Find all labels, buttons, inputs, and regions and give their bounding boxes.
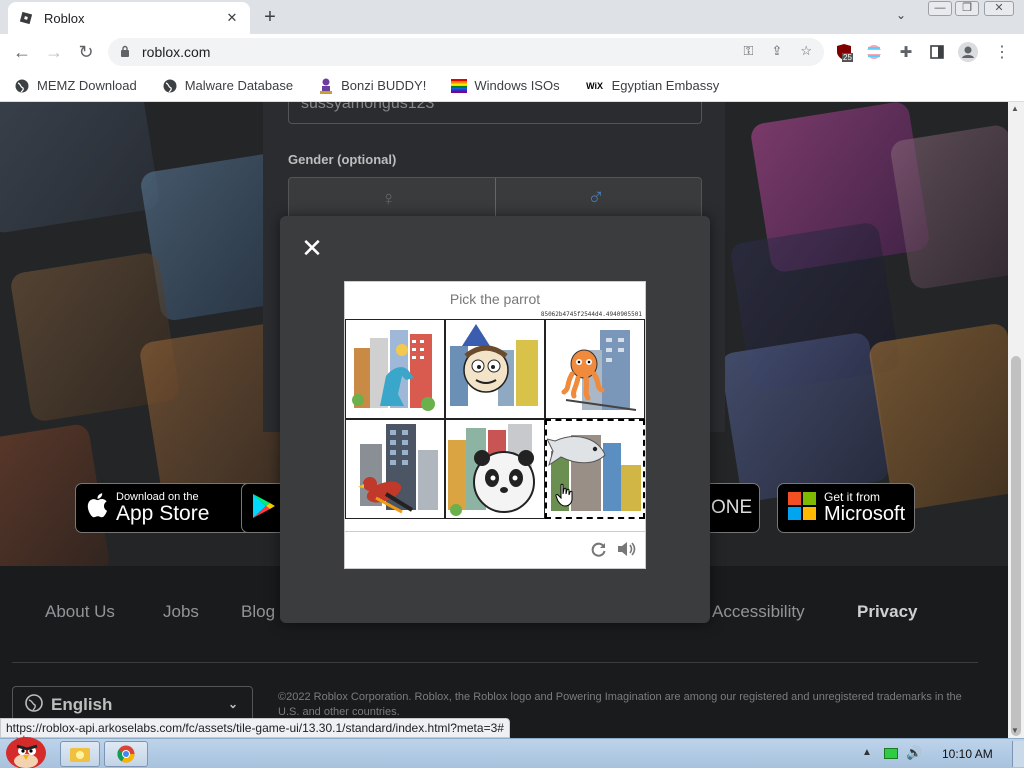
bookmark-memz[interactable]: MEMZ Download xyxy=(10,74,141,98)
extension-badge: 25 xyxy=(842,53,853,62)
globe-icon xyxy=(162,78,178,94)
captcha-tile-parrot[interactable] xyxy=(345,419,445,519)
share-icon[interactable]: ⇪ xyxy=(771,43,782,59)
globe-icon xyxy=(25,693,43,717)
bonzi-icon xyxy=(318,78,334,94)
browser-toolbar: ← → ↻ roblox.com ⚿ ⇪ ☆ 25 ✚ ⋮ xyxy=(0,34,1024,70)
bookmark-windows-isos[interactable]: Windows ISOs xyxy=(447,74,563,98)
captcha-challenge-id: 85062b4745f2544d4.4940905501 xyxy=(540,311,642,318)
taskbar-clock[interactable]: 10:10 AM xyxy=(942,747,993,761)
captcha-frame: Pick the parrot 85062b4745f2544d4.494090… xyxy=(344,281,646,569)
captcha-tile-grid xyxy=(345,319,645,519)
address-bar[interactable]: roblox.com ⚿ ⇪ ☆ xyxy=(108,38,824,66)
key-icon[interactable]: ⚿ xyxy=(744,43,754,59)
show-hidden-icons-icon[interactable]: ▲ xyxy=(862,747,872,758)
extensions-puzzle-icon[interactable]: ✚ xyxy=(896,42,916,62)
forward-button[interactable]: → xyxy=(42,40,66,64)
bookmark-malware-db[interactable]: Malware Database xyxy=(158,74,297,98)
wix-icon: WiX xyxy=(586,80,604,91)
bookmark-label: Bonzi BUDDY! xyxy=(341,78,427,93)
roblox-favicon-icon xyxy=(18,10,34,26)
new-tab-button[interactable]: + xyxy=(258,6,282,28)
captcha-footer-divider xyxy=(345,531,645,532)
more-menu-icon[interactable]: ⋮ xyxy=(992,42,1012,62)
scrollbar-thumb[interactable] xyxy=(1011,356,1021,736)
bookmark-label: Windows ISOs xyxy=(474,78,560,93)
captcha-tile-panda[interactable] xyxy=(445,419,545,519)
apple-icon xyxy=(86,492,108,525)
rainbow-flag-icon xyxy=(451,78,468,94)
hand-pointer-cursor-icon xyxy=(555,483,573,512)
taskbar-chrome-button[interactable] xyxy=(104,741,148,767)
close-icon[interactable]: ✕ xyxy=(300,235,324,261)
audio-icon[interactable] xyxy=(617,541,637,562)
status-bar-url: https://roblox-api.arkoselabs.com/fc/ass… xyxy=(0,718,510,738)
footer-link-blog[interactable]: Blog xyxy=(241,602,275,622)
scroll-up-icon[interactable]: ▲ xyxy=(1011,104,1019,113)
network-icon[interactable] xyxy=(884,748,898,759)
windows-taskbar: ▲ 🔊 10:10 AM xyxy=(0,735,1024,768)
language-label: English xyxy=(51,695,113,714)
microsoft-store-button[interactable]: Get it from Microsoft xyxy=(777,483,915,533)
close-tab-icon[interactable]: ✕ xyxy=(224,10,240,26)
captcha-tile-cartoon-face[interactable] xyxy=(445,319,545,419)
ublock-extension-icon[interactable]: 25 xyxy=(834,42,854,62)
taskbar-explorer-button[interactable] xyxy=(60,741,100,767)
captcha-prompt: Pick the parrot xyxy=(449,291,541,307)
ms-big-text: Microsoft xyxy=(824,503,906,525)
minimize-button[interactable]: — xyxy=(928,1,952,16)
bookmark-label: Malware Database xyxy=(184,78,294,93)
gender-label: Gender (optional) xyxy=(288,152,397,167)
profile-avatar-icon[interactable] xyxy=(958,42,978,62)
volume-icon[interactable]: 🔊 xyxy=(906,745,922,761)
footer-link-jobs[interactable]: Jobs xyxy=(163,602,199,622)
copyright-text: ©2022 Roblox Corporation. Roblox, the Ro… xyxy=(278,691,962,718)
side-panel-icon[interactable] xyxy=(927,42,947,62)
footer-link-accessibility[interactable]: Accessibility xyxy=(712,602,805,622)
bookmark-star-icon[interactable]: ☆ xyxy=(800,43,812,59)
start-button-angry-bird-icon[interactable] xyxy=(2,731,50,768)
captcha-tile-dinosaur[interactable] xyxy=(345,319,445,419)
screen: Roblox ✕ + ⌄ — ❐ ✕ ← → ↻ roblox.com ⚿ ⇪ … xyxy=(0,0,1024,768)
captcha-controls xyxy=(591,541,637,562)
show-desktop-button[interactable] xyxy=(1012,741,1024,767)
bookmark-egyptian-embassy[interactable]: WiX Egyptian Embassy xyxy=(581,74,724,98)
trans-flag-extension-icon[interactable] xyxy=(864,42,884,62)
ms-small-text: Get it from xyxy=(824,490,881,504)
bookmarks-bar: MEMZ Download Malware Database Bonzi BUD… xyxy=(0,70,1024,102)
close-window-button[interactable]: ✕ xyxy=(984,1,1014,16)
url-text: roblox.com xyxy=(142,44,211,60)
bookmark-label: MEMZ Download xyxy=(37,78,137,93)
chevron-down-icon: ⌄ xyxy=(227,697,238,711)
bookmark-label: Egyptian Embassy xyxy=(611,78,720,93)
footer-link-privacy[interactable]: Privacy xyxy=(857,602,918,622)
gender-male-icon[interactable]: ♂ xyxy=(587,184,605,212)
back-button[interactable]: ← xyxy=(10,40,34,64)
captcha-tile-octopus[interactable] xyxy=(545,319,645,419)
globe-icon xyxy=(14,78,30,94)
bookmark-bonzi[interactable]: Bonzi BUDDY! xyxy=(314,74,430,98)
username-field[interactable]: sussyamongus123 xyxy=(288,102,702,124)
captcha-tile-fish[interactable] xyxy=(545,419,645,519)
restore-button[interactable]: ❐ xyxy=(955,1,979,16)
captcha-modal: ✕ Pick the parrot 85062b4745f2544d4.4940… xyxy=(280,216,710,623)
app-store-button[interactable]: Download on the App Store xyxy=(75,483,252,533)
footer-divider xyxy=(12,662,978,663)
lock-icon xyxy=(120,44,130,60)
footer-link-about[interactable]: About Us xyxy=(45,602,115,622)
tab-title: Roblox xyxy=(44,10,85,26)
app-store-big-text: App Store xyxy=(116,502,210,525)
tab-search-icon[interactable]: ⌄ xyxy=(896,8,906,22)
scroll-down-icon[interactable]: ▼ xyxy=(1011,726,1019,735)
google-play-icon xyxy=(252,493,276,524)
xbox-text: ONE xyxy=(711,497,753,518)
browser-tabstrip: Roblox ✕ + ⌄ — ❐ ✕ xyxy=(0,0,1024,34)
gender-female-icon[interactable]: ♀ xyxy=(381,188,396,211)
reload-button[interactable]: ↻ xyxy=(74,40,98,64)
microsoft-logo-icon xyxy=(788,491,816,525)
refresh-icon[interactable] xyxy=(591,541,607,562)
page-viewport: sussyamongus123 Gender (optional) ♀ ♂ Do… xyxy=(0,102,1008,738)
tab-roblox[interactable]: Roblox ✕ xyxy=(8,2,250,34)
